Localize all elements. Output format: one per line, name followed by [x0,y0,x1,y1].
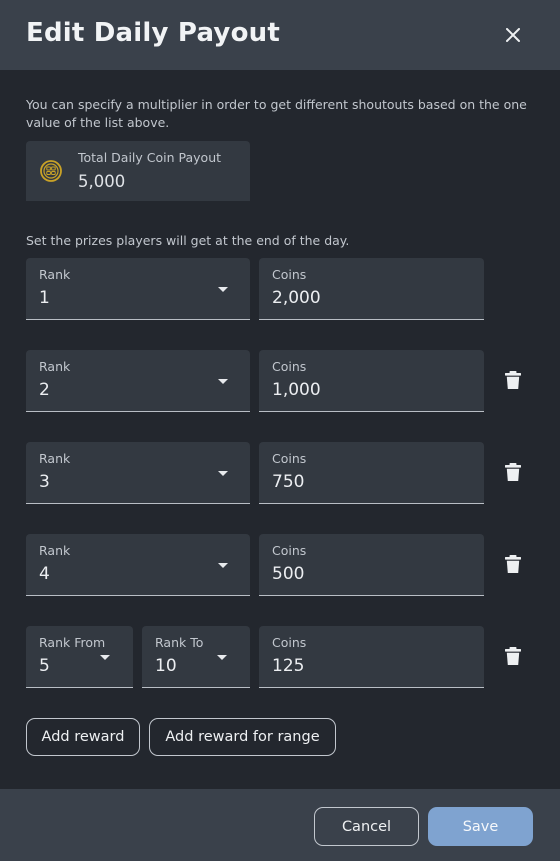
rank-value: 2 [39,380,50,400]
coin-icon [40,160,62,182]
edit-daily-payout-dialog: Edit Daily Payout You can specify a mult… [0,0,560,861]
coins-label: Coins [272,451,307,466]
prizes-label: Set the prizes players will get at the e… [26,233,350,248]
trash-icon[interactable] [505,371,521,389]
coins-label: Coins [272,267,307,282]
coins-value: 1,000 [272,380,321,400]
rank-select[interactable]: Rank 2 [26,350,250,412]
coins-value: 750 [272,472,305,492]
coins-value: 500 [272,564,305,584]
rank-label: Rank [39,359,71,374]
dropdown-caret-icon [218,563,228,568]
total-payout-label: Total Daily Coin Payout [78,150,222,165]
total-payout-value[interactable]: 5,000 [78,172,125,191]
rank-value: 3 [39,472,50,492]
coins-value: 2,000 [272,288,321,308]
dropdown-caret-icon [217,655,227,660]
coins-input[interactable]: Coins 125 [259,626,484,688]
dropdown-caret-icon [100,655,110,660]
rank-value: 4 [39,564,50,584]
close-button[interactable] [500,22,526,48]
cancel-button[interactable]: Cancel [314,807,419,846]
coins-value: 125 [272,656,305,676]
trash-icon[interactable] [505,647,521,665]
dialog-description: You can specify a multiplier in order to… [26,97,527,130]
rank-to-label: Rank To [155,635,204,650]
save-button[interactable]: Save [428,807,533,846]
rank-label: Rank [39,451,71,466]
close-icon [506,28,520,42]
dialog-title: Edit Daily Payout [26,18,280,48]
add-reward-range-button[interactable]: Add reward for range [149,718,336,756]
rank-from-select[interactable]: Rank From 5 [26,626,133,688]
rank-select[interactable]: Rank 4 [26,534,250,596]
coins-label: Coins [272,543,307,558]
rank-from-value: 5 [39,656,50,676]
coins-input[interactable]: Coins 750 [259,442,484,504]
trash-icon[interactable] [505,555,521,573]
rank-label: Rank [39,543,71,558]
dialog-header: Edit Daily Payout [0,0,560,70]
coins-label: Coins [272,635,307,650]
coins-input[interactable]: Coins 2,000 [259,258,484,320]
dropdown-caret-icon [218,287,228,292]
rank-value: 1 [39,288,50,308]
coins-input[interactable]: Coins 500 [259,534,484,596]
rank-from-label: Rank From [39,635,106,650]
dropdown-caret-icon [218,471,228,476]
rank-to-value: 10 [155,656,177,676]
trash-icon[interactable] [505,463,521,481]
rank-select[interactable]: Rank 3 [26,442,250,504]
dropdown-caret-icon [218,379,228,384]
rank-label: Rank [39,267,71,282]
rank-to-select[interactable]: Rank To 10 [142,626,250,688]
add-reward-button[interactable]: Add reward [26,718,140,756]
rank-select[interactable]: Rank 1 [26,258,250,320]
coins-input[interactable]: Coins 1,000 [259,350,484,412]
total-payout-field: Total Daily Coin Payout 5,000 [26,141,250,201]
coins-label: Coins [272,359,307,374]
